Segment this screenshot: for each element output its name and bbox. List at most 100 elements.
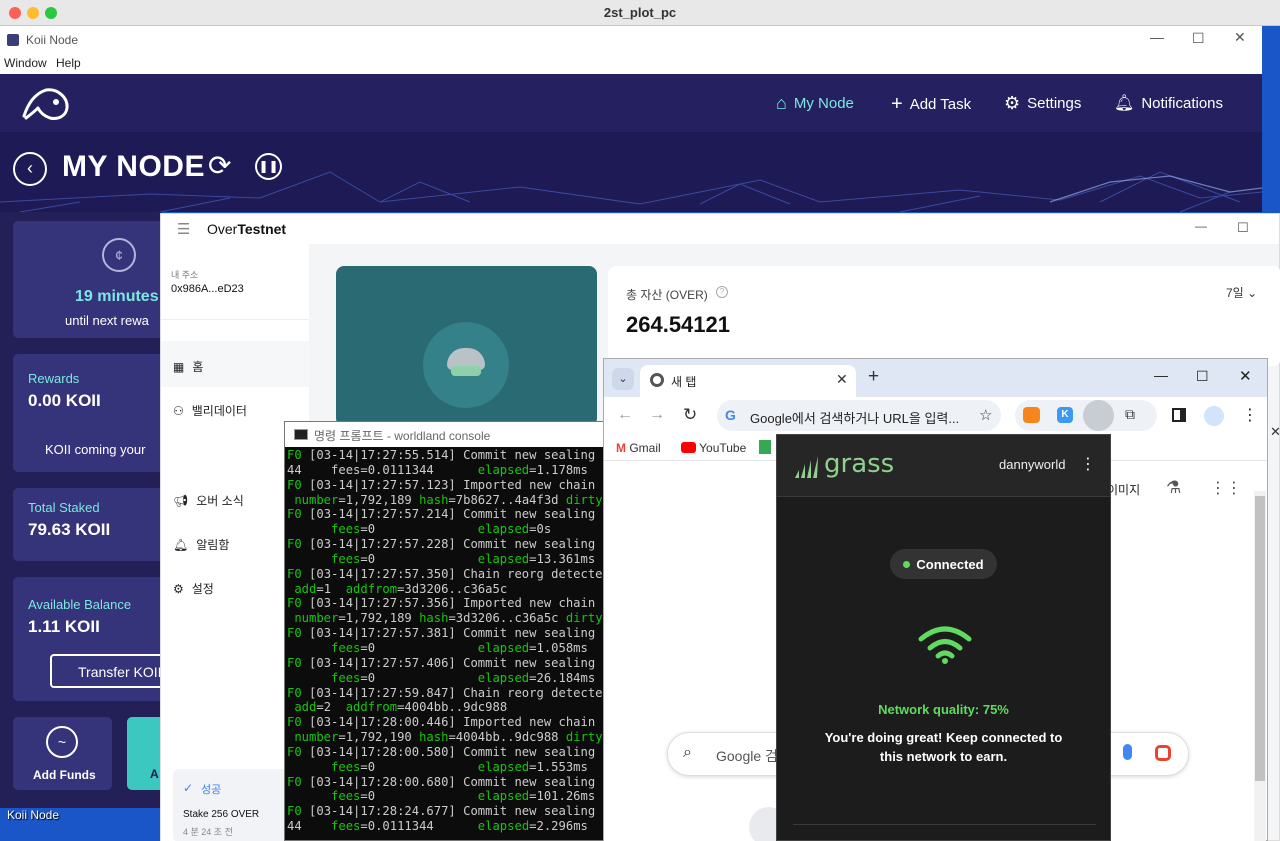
chrome-scrollbar[interactable] [1254,491,1266,841]
rewards-label: Rewards [28,371,80,386]
reward-timer-card: ¢ 19 minutes until next rewa [13,221,183,338]
maximize-icon[interactable]: ☐ [1192,30,1205,47]
sidebar-item-home[interactable]: ▦ 홈 [173,358,203,375]
forward-arrow-icon[interactable]: → [649,406,665,424]
info-icon[interactable]: ? [716,286,728,298]
menu-help[interactable]: Help [56,56,81,70]
koii-logo-icon[interactable] [20,82,72,124]
console-line: F0 [03-14|17:27:57.356] Imported new cha… [287,596,596,611]
extensions-bar: K ⧉ [1015,400,1157,431]
metamask-icon[interactable] [1023,407,1040,423]
jellyfish-icon [423,322,509,408]
lens-icon[interactable] [1155,745,1171,761]
bookmark-gmail[interactable]: M Gmail [616,441,661,455]
nav-my-node[interactable]: ⌂ My Node [776,93,854,114]
nav-my-node-label: My Node [793,95,854,112]
taskbar: Koii Node [0,808,162,841]
scrollbar-thumb[interactable] [1255,496,1265,781]
plus-icon: + [891,93,903,115]
console-line: number=1,792,190 hash=4004bb..9dc988 dir… [287,730,603,745]
google-search-placeholder: Google 검 [716,748,778,764]
reload-icon[interactable]: ↻ [683,405,697,425]
gmail-icon: M [616,441,626,455]
bell-icon: 🔔︎ [173,537,189,552]
sidebar-item-validator[interactable]: ⚇ 밸리데이터 [173,402,247,419]
gear-icon: ⚙ [173,581,184,596]
nav-settings[interactable]: ⚙ Settings [1004,93,1081,114]
over-minimize-icon[interactable]: — [1195,219,1207,233]
timer-value: 19 minutes [75,288,159,305]
kebab-menu-icon[interactable]: ⋮ [1242,405,1258,425]
address-bar-placeholder: Google에서 검색하거나 URL을 입력... [750,411,960,426]
refresh-icon[interactable]: ⟳ [208,149,231,182]
cmd-title-bar: 명령 프롬프트 - worldland console [285,422,605,447]
grid-icon: ▦ [173,359,185,374]
available-balance-label: Available Balance [28,597,132,612]
chrome-toolbar: ← → ↻ G Google에서 검색하거나 URL을 입력... ☆ K ⧉ … [604,397,1267,435]
keplr-icon[interactable]: K [1057,407,1073,423]
total-assets-label: 총 자산 (OVER) [626,288,708,302]
wallet-address[interactable]: 0x986A...eD23 [171,283,244,295]
images-link[interactable]: 이미지 [1107,481,1140,498]
maps-icon[interactable] [759,440,771,454]
total-staked-label: Total Staked [28,500,100,515]
over-maximize-icon[interactable]: ☐ [1237,220,1249,236]
hamburger-menu-icon[interactable]: ☰ [177,220,190,238]
nav-add-task[interactable]: + Add Task [891,93,971,116]
tab-search-button[interactable]: ⌄ [612,368,634,390]
chrome-minimize-icon[interactable]: — [1154,367,1168,383]
period-select[interactable]: 7일 ⌄ [1226,284,1257,301]
back-arrow-icon[interactable]: ← [617,406,633,424]
profile-avatar[interactable] [1204,406,1224,426]
console-line: F0 [03-14|17:28:00.580] Commit new seali… [287,744,596,759]
bookmark-star-icon[interactable]: ☆ [979,406,992,424]
sidebar-item-inbox[interactable]: 🔔︎ 알림함 [173,536,229,553]
console-line: 44 fees=0.0111344 elapsed=1.178ms [287,462,588,477]
chrome-close-icon[interactable]: ✕ [1239,367,1252,385]
console-line: fees=0 elapsed=1.553ms [287,759,588,774]
puzzle-icon[interactable]: ⧉ [1125,406,1135,423]
connection-status: Connected [916,556,984,572]
bookmark-youtube[interactable]: YouTube [681,441,746,455]
partial-close-icon[interactable]: ✕ [1270,424,1280,440]
user-icon: ⚇ [173,403,184,418]
new-tab-button[interactable]: + [868,366,879,388]
total-assets-card: 총 자산 (OVER) ? 264.54121 7일 ⌄ [608,266,1280,366]
grass-extension-icon[interactable] [1083,400,1114,431]
hand-coin-icon: ~ [46,726,78,758]
minimize-icon[interactable]: — [1150,29,1164,45]
wifi-icon [918,626,972,664]
command-prompt-window: 명령 프롬프트 - worldland console F0 [03-14|17… [284,421,606,841]
second-action-label: A [150,767,159,781]
console-line: F0 [03-14|17:27:57.214] Commit new seali… [287,507,596,522]
grass-menu-icon[interactable]: ⋮ [1080,454,1096,474]
grass-logo-icon [795,456,818,478]
sidebar-item-news[interactable]: 📢︎ 오버 소식 [173,492,244,509]
console-output[interactable]: F0 [03-14|17:27:55.514] Commit new seali… [285,447,605,841]
koii-app-icon [7,34,19,46]
tab-new-tab[interactable]: 새 탭 ✕ [640,365,856,397]
labs-flask-icon[interactable]: ⚗ [1166,478,1181,498]
rewards-value: 0.00 KOII [28,391,101,410]
apps-grid-icon[interactable]: ⋮⋮ [1210,478,1242,498]
koii-window-title: Koii Node [26,33,79,47]
console-line: F0 [03-14|17:27:55.514] Commit new seali… [287,448,596,462]
taskbar-koii-node[interactable]: Koii Node [7,808,59,822]
add-funds-tile[interactable]: ~ Add Funds [13,717,112,790]
search-icon: ⌕ [683,744,692,761]
side-panel-icon[interactable] [1172,408,1186,422]
pause-button[interactable]: ❚❚ [255,153,282,180]
sidebar-item-settings[interactable]: ⚙ 설정 [173,580,214,597]
chrome-maximize-icon[interactable]: ☐ [1196,368,1209,385]
tab-title: 새 탭 [671,375,697,389]
tab-close-icon[interactable]: ✕ [836,371,848,388]
connection-status-badge: Connected [890,549,997,579]
total-assets-value: 264.54121 [626,312,730,337]
nav-notifications[interactable]: 🔔︎ Notifications [1114,93,1223,113]
menu-window[interactable]: Window [4,56,47,70]
close-icon[interactable]: ✕ [1234,29,1246,46]
console-line: F0 [03-14|17:28:00.680] Commit new seali… [287,774,596,789]
address-bar[interactable]: G Google에서 검색하거나 URL을 입력... ☆ [717,400,1001,431]
mic-icon[interactable] [1123,744,1132,760]
back-button[interactable]: ‹ [13,152,47,186]
